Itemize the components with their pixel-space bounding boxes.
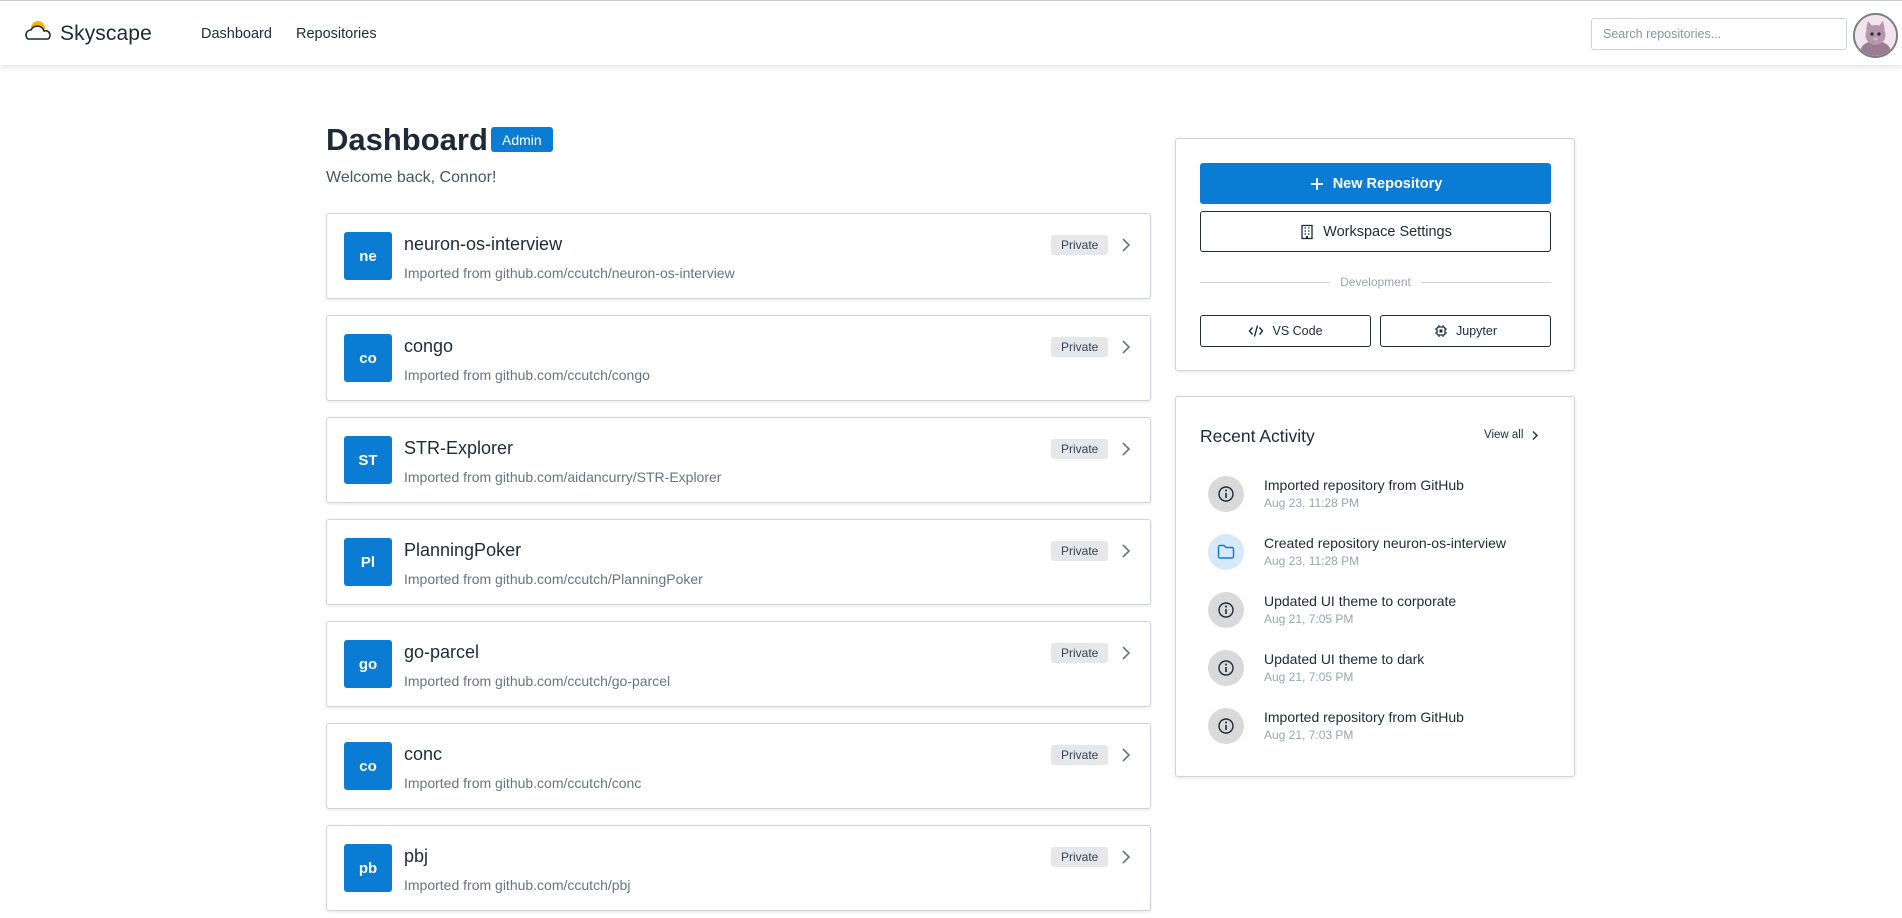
welcome-message: Welcome back, Connor! [326,169,497,186]
repo-description: Imported from github.com/ccutch/neuron-o… [404,265,735,281]
private-badge: Private [1051,745,1109,765]
repo-initials: ST [344,436,392,484]
top-navbar: Skyscape Dashboard Repositories [0,0,1902,65]
info-icon [1208,476,1244,512]
activity-item: Updated UI theme to dark Aug 21, 7:05 PM [1208,648,1548,688]
repo-name: conc [404,744,443,764]
brand-link[interactable]: Skyscape [22,19,152,48]
activity-time: Aug 21, 7:05 PM [1264,670,1354,684]
view-all-link[interactable]: View all [1484,429,1539,441]
private-badge: Private [1051,643,1109,663]
repo-initials: ne [344,232,392,280]
private-badge: Private [1051,235,1109,255]
folder-icon [1208,534,1244,570]
private-badge: Private [1051,337,1109,357]
private-badge: Private [1051,439,1109,459]
repo-description: Imported from github.com/aidancurry/STR-… [404,469,722,485]
repo-card-conc[interactable]: co conc Imported from github.com/ccutch/… [326,723,1151,809]
user-avatar[interactable] [1853,13,1898,58]
repo-card-neuron-os-interview[interactable]: ne neuron-os-interview Imported from git… [326,213,1151,299]
page-title: Dashboard [326,122,488,157]
repo-name: PlanningPoker [404,540,522,560]
info-icon [1208,592,1244,628]
repo-initials: pb [344,844,392,892]
development-divider: Development [1200,275,1551,289]
cloud-sun-logo-icon [22,19,54,48]
repo-name: STR-Explorer [404,438,514,458]
activity-text: Imported repository from GitHub [1264,477,1464,493]
chevron-right-icon [1122,544,1131,558]
search-input[interactable] [1591,18,1847,50]
repo-name: congo [404,336,454,356]
repo-description: Imported from github.com/ccutch/pbj [404,877,631,893]
recent-activity-panel: Recent Activity View all Imported reposi… [1175,396,1575,777]
nav-repositories-link[interactable]: Repositories [296,26,377,42]
repo-initials: Pl [344,538,392,586]
repo-description: Imported from github.com/ccutch/conc [404,775,642,791]
repo-initials: co [344,742,392,790]
chevron-right-icon [1122,850,1131,864]
activity-time: Aug 23, 11:28 PM [1264,496,1360,510]
repo-card-pbj[interactable]: pb pbj Imported from github.com/ccutch/p… [326,825,1151,911]
recent-activity-title: Recent Activity [1200,426,1315,446]
quick-actions-panel: New Repository Workspace Settings Develo… [1175,138,1575,371]
admin-badge: Admin [491,127,553,152]
repo-initials: co [344,334,392,382]
vscode-button[interactable]: VS Code [1200,315,1371,347]
repo-card-planningpoker[interactable]: Pl PlanningPoker Imported from github.co… [326,519,1151,605]
private-badge: Private [1051,847,1109,867]
chevron-right-icon [1532,430,1539,440]
activity-time: Aug 21, 7:03 PM [1264,728,1354,742]
jupyter-label: Jupyter [1456,324,1497,338]
repo-card-str-explorer[interactable]: ST STR-Explorer Imported from github.com… [326,417,1151,503]
cpu-icon [1435,325,1447,337]
repo-card-congo[interactable]: co congo Imported from github.com/ccutch… [326,315,1151,401]
code-icon [1249,325,1264,337]
activity-text: Updated UI theme to dark [1264,651,1425,667]
repo-name: go-parcel [404,642,480,662]
repo-card-go-parcel[interactable]: go go-parcel Imported from github.com/cc… [326,621,1151,707]
activity-item: Created repository neuron-os-interview A… [1208,532,1548,572]
activity-text: Imported repository from GitHub [1264,709,1464,725]
plus-icon [1310,177,1323,190]
chevron-right-icon [1122,340,1131,354]
info-icon [1208,708,1244,744]
jupyter-button[interactable]: Jupyter [1380,315,1551,347]
building-icon [1301,224,1313,239]
chevron-right-icon [1122,238,1131,252]
private-badge: Private [1051,541,1109,561]
new-repository-button[interactable]: New Repository [1200,163,1551,204]
repo-initials: go [344,640,392,688]
repo-name: pbj [404,846,429,866]
brand-name: Skyscape [60,21,152,45]
workspace-settings-button[interactable]: Workspace Settings [1200,211,1551,252]
repo-description: Imported from github.com/ccutch/congo [404,367,650,383]
activity-text: Updated UI theme to corporate [1264,593,1457,609]
chevron-right-icon [1122,748,1131,762]
info-icon [1208,650,1244,686]
vscode-label: VS Code [1272,324,1323,338]
chevron-right-icon [1122,646,1131,660]
repo-name: neuron-os-interview [404,234,563,254]
activity-item: Updated UI theme to corporate Aug 21, 7:… [1208,590,1548,630]
chevron-right-icon [1122,442,1131,456]
development-label: Development [1340,275,1411,289]
nav-dashboard-link[interactable]: Dashboard [201,26,272,42]
workspace-settings-label: Workspace Settings [1323,223,1452,240]
activity-item: Imported repository from GitHub Aug 21, … [1208,706,1548,746]
activity-item: Imported repository from GitHub Aug 23, … [1208,474,1548,514]
repo-description: Imported from github.com/ccutch/go-parce… [404,673,671,689]
activity-time: Aug 23, 11:28 PM [1264,554,1360,568]
new-repository-label: New Repository [1332,175,1443,192]
activity-text: Created repository neuron-os-interview [1264,535,1506,551]
activity-time: Aug 21, 7:05 PM [1264,612,1354,626]
repo-description: Imported from github.com/ccutch/Planning… [404,571,703,587]
view-all-label: View all [1484,429,1524,441]
